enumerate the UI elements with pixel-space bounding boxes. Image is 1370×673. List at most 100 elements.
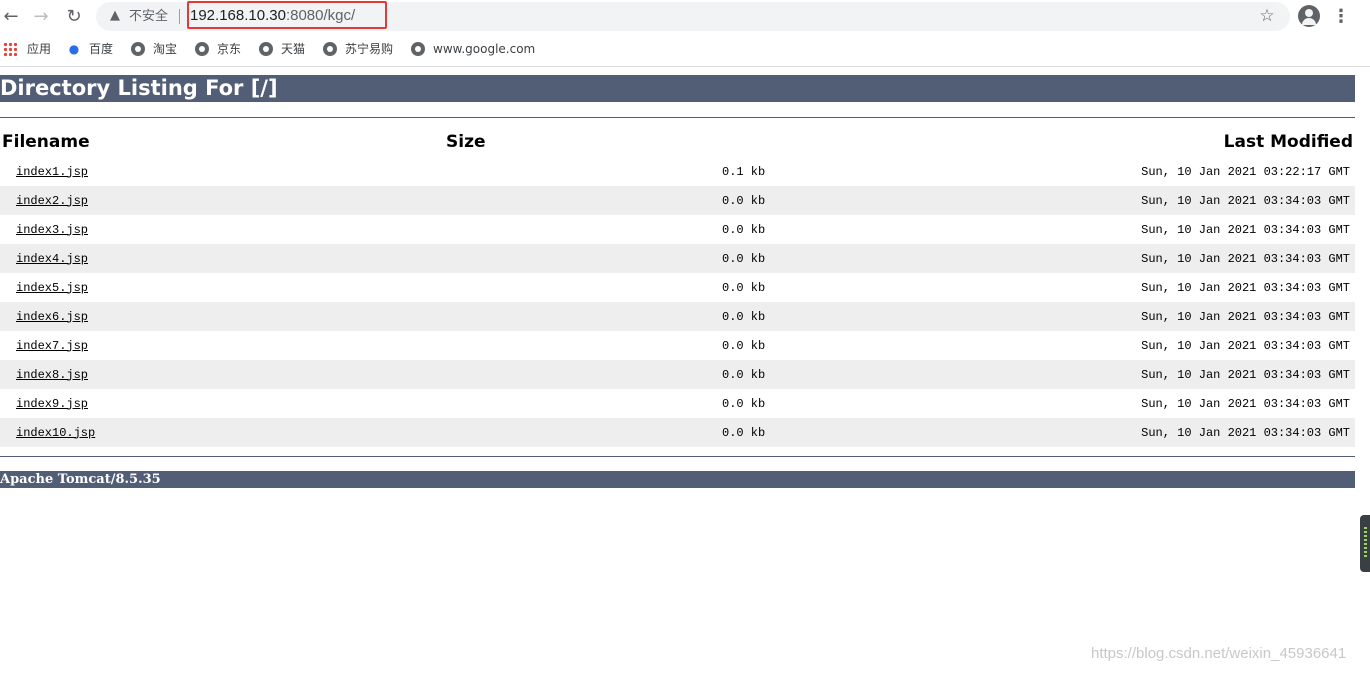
baidu-paw-icon: ● <box>68 41 80 56</box>
filename-cell: index5.jsp <box>0 273 444 302</box>
last-modified-cell: Sun, 10 Jan 2021 03:22:17 GMT <box>1141 164 1350 179</box>
bookmark-taobao[interactable]: 淘宝 <box>131 39 177 59</box>
security-label[interactable]: 不安全 <box>129 8 168 25</box>
size-cell: 0.0 kb <box>444 273 778 302</box>
address-separator <box>179 9 180 24</box>
watermark-text: https://blog.csdn.net/weixin_45936641 <box>1091 645 1347 662</box>
size-value: 0.0 kb <box>722 396 766 411</box>
profile-avatar-icon[interactable] <box>1298 5 1320 27</box>
bookmark-label: 天猫 <box>281 42 306 56</box>
bookmark-star-icon[interactable]: ☆ <box>1257 6 1277 26</box>
filename-cell: index1.jsp <box>0 157 444 186</box>
last-modified-cell: Sun, 10 Jan 2021 03:34:03 GMT <box>1141 396 1350 411</box>
size-cell: 0.0 kb <box>444 389 778 418</box>
table-row: index10.jsp 0.0 kb Sun, 10 Jan 2021 03:34:… <box>0 418 1355 447</box>
globe-icon <box>323 41 337 56</box>
globe-icon <box>259 41 273 56</box>
divider-bottom <box>0 456 1355 457</box>
file-link[interactable]: index2.jsp <box>16 194 88 208</box>
column-header-filename: Filename <box>2 132 90 152</box>
globe-icon <box>411 41 425 56</box>
url-text[interactable]: 192.168.10.30:8080/kgc/ <box>190 7 355 25</box>
page-title: Directory Listing For [/] <box>0 75 1355 102</box>
file-link[interactable]: index9.jsp <box>16 397 88 411</box>
table-row: index7.jsp 0.0 kb Sun, 10 Jan 2021 03:34:0… <box>0 331 1355 360</box>
bookmark-label: 苏宁易购 <box>345 42 394 56</box>
page-content: Directory Listing For [/] Filename Size … <box>0 67 1355 673</box>
bookmark-jd[interactable]: 京东 <box>195 39 241 59</box>
table-row: index2.jsp 0.0 kb Sun, 10 Jan 2021 03:34:0… <box>0 186 1355 215</box>
filename-cell: index2.jsp <box>0 186 444 215</box>
last-modified-cell: Sun, 10 Jan 2021 03:34:03 GMT <box>778 360 1355 389</box>
forward-arrow-icon[interactable]: → <box>30 6 52 28</box>
globe-icon <box>131 41 145 56</box>
divider-top <box>0 117 1355 118</box>
last-modified-cell: Sun, 10 Jan 2021 03:34:03 GMT <box>778 302 1355 331</box>
filename-cell: index10.jsp <box>0 418 444 447</box>
side-widget-handle[interactable] <box>1360 515 1370 572</box>
filename-cell: index4.jsp <box>0 244 444 273</box>
size-value: 0.0 kb <box>722 280 766 295</box>
size-cell: 0.0 kb <box>444 302 778 331</box>
globe-icon <box>195 41 209 56</box>
file-link[interactable]: index3.jsp <box>16 223 88 237</box>
size-value: 0.0 kb <box>722 425 766 440</box>
column-header-last-modified: Last Modified <box>1223 132 1353 152</box>
size-value: 0.0 kb <box>722 338 766 353</box>
file-rows: index1.jsp 0.1 kb Sun, 10 Jan 2021 03:22:1… <box>0 157 1355 447</box>
filename-cell: index7.jsp <box>0 331 444 360</box>
vertical-scrollbar[interactable] <box>1355 67 1370 673</box>
table-row: index6.jsp 0.0 kb Sun, 10 Jan 2021 03:34:0… <box>0 302 1355 331</box>
size-cell: 0.0 kb <box>444 331 778 360</box>
last-modified-cell: Sun, 10 Jan 2021 03:34:03 GMT <box>778 418 1355 447</box>
last-modified-cell: Sun, 10 Jan 2021 03:34:03 GMT <box>1141 222 1350 237</box>
reload-icon[interactable]: ↻ <box>63 6 85 28</box>
bookmark-label: 淘宝 <box>153 42 178 56</box>
last-modified-cell: Sun, 10 Jan 2021 03:34:03 GMT <box>778 186 1355 215</box>
file-link[interactable]: index1.jsp <box>16 165 88 179</box>
file-link[interactable]: index4.jsp <box>16 252 88 266</box>
browser-toolbar: ← → ↻ ▲ 不安全 192.168.10.30:8080/kgc/ ☆ ⋮ <box>0 0 1370 33</box>
size-cell: 0.0 kb <box>444 418 778 447</box>
table-row: index3.jsp 0.0 kb Sun, 10 Jan 2021 03:34:0… <box>0 215 1355 244</box>
file-link[interactable]: index8.jsp <box>16 368 88 382</box>
bookmark-label: 应用 <box>27 42 52 56</box>
bookmark-suning[interactable]: 苏宁易购 <box>323 39 393 59</box>
address-bar[interactable]: ▲ 不安全 192.168.10.30:8080/kgc/ ☆ <box>96 1 1290 31</box>
bookmark-label: 京东 <box>217 42 242 56</box>
filename-cell: index3.jsp <box>0 215 444 244</box>
server-footer: Apache Tomcat/8.5.35 <box>0 471 1355 488</box>
bookmark-baidu[interactable]: ● 百度 <box>67 39 113 59</box>
size-cell: 0.0 kb <box>444 215 778 244</box>
size-cell: 0.0 kb <box>444 186 778 215</box>
url-path: :8080/kgc/ <box>285 7 356 24</box>
table-header-row: Filename Size Last Modified <box>0 127 1355 157</box>
file-link[interactable]: index10.jsp <box>16 426 95 440</box>
bookmark-tmall[interactable]: 天猫 <box>259 39 305 59</box>
size-cell: 0.1 kb <box>444 157 778 186</box>
size-value: 0.0 kb <box>722 367 766 382</box>
filename-cell: index9.jsp <box>0 389 444 418</box>
kebab-menu-icon[interactable]: ⋮ <box>1332 6 1350 28</box>
size-cell: 0.0 kb <box>444 244 778 273</box>
last-modified-cell: Sun, 10 Jan 2021 03:34:03 GMT <box>1141 280 1350 295</box>
size-value: 0.1 kb <box>722 164 766 179</box>
file-link[interactable]: index7.jsp <box>16 339 88 353</box>
filename-cell: index8.jsp <box>0 360 444 389</box>
bookmark-google[interactable]: www.google.com <box>411 39 535 59</box>
file-link[interactable]: index6.jsp <box>16 310 88 324</box>
last-modified-cell: Sun, 10 Jan 2021 03:34:03 GMT <box>778 244 1355 273</box>
bookmark-apps[interactable]: 应用 <box>3 39 51 59</box>
table-row: index1.jsp 0.1 kb Sun, 10 Jan 2021 03:22:1… <box>0 157 1355 186</box>
size-value: 0.0 kb <box>722 309 766 324</box>
apps-grid-icon <box>3 41 17 56</box>
bookmark-label: 百度 <box>89 42 114 56</box>
size-value: 0.0 kb <box>722 193 766 208</box>
warning-icon[interactable]: ▲ <box>107 8 123 24</box>
back-arrow-icon[interactable]: ← <box>0 6 22 28</box>
file-table: Filename Size Last Modified index1.jsp 0.… <box>0 127 1355 447</box>
table-row: index5.jsp 0.0 kb Sun, 10 Jan 2021 03:34:0… <box>0 273 1355 302</box>
column-header-size: Size <box>446 132 486 152</box>
file-link[interactable]: index5.jsp <box>16 281 88 295</box>
filename-cell: index6.jsp <box>0 302 444 331</box>
